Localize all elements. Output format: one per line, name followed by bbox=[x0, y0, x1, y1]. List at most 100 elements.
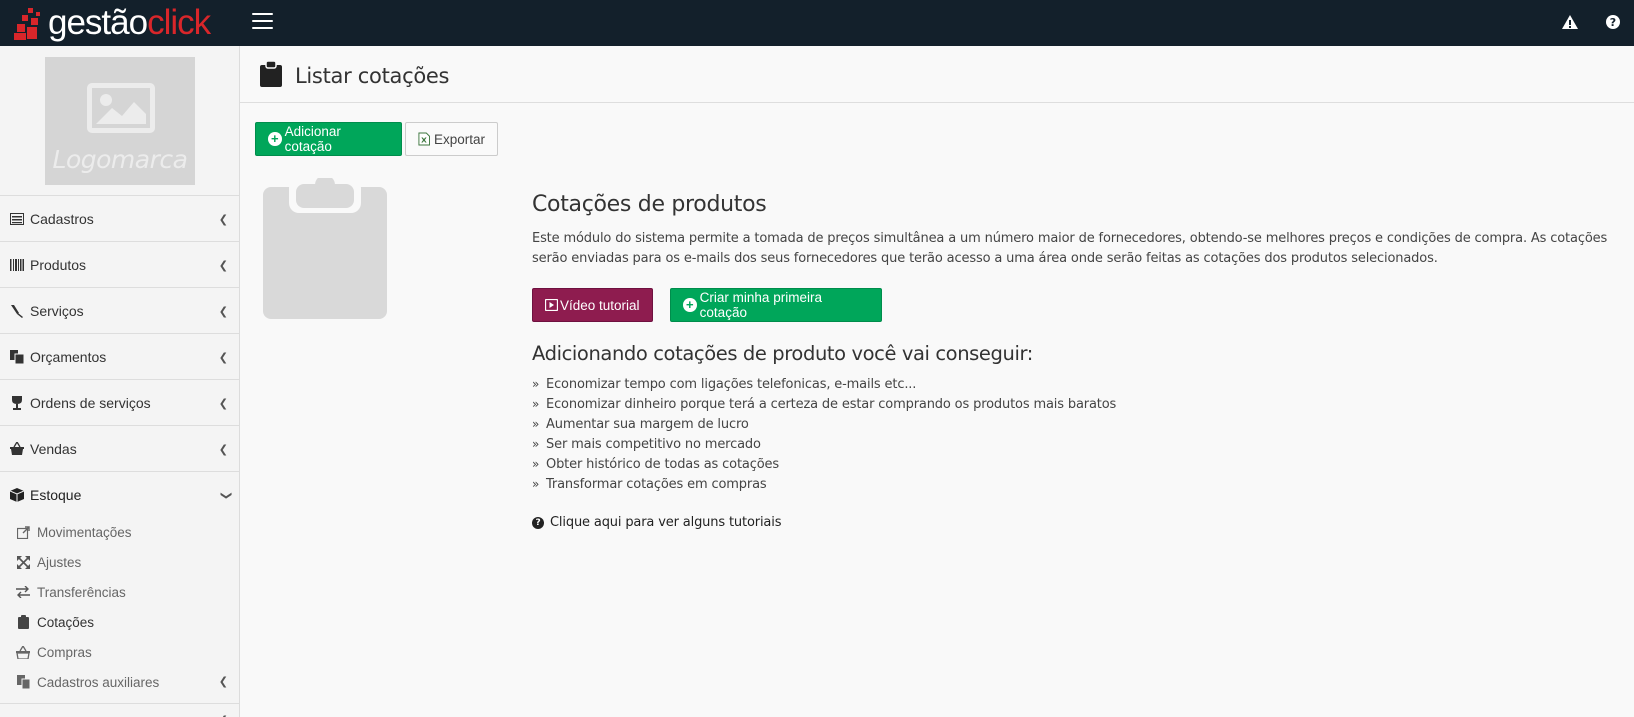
list-item: » Ser mais competitivo no mercado bbox=[532, 434, 1116, 454]
sidebar-item-orcamentos[interactable]: Orçamentos ❮ bbox=[0, 333, 239, 379]
menu-toggle-icon[interactable] bbox=[252, 13, 273, 31]
top-navbar: gestãoclick ? bbox=[0, 0, 1634, 46]
list-item: » Obter histórico de todas as cotações bbox=[532, 454, 1116, 474]
wine-glass-icon bbox=[10, 395, 24, 410]
list-item: » Economizar dinheiro porque terá a certe… bbox=[532, 394, 1116, 414]
submenu-item-label: Transferências bbox=[37, 584, 126, 600]
excel-file-icon: X bbox=[418, 132, 430, 146]
svg-text:?: ? bbox=[1610, 16, 1616, 29]
chevron-left-icon: ❮ bbox=[218, 306, 228, 318]
add-quotation-button[interactable]: + Adicionar cotação bbox=[255, 122, 402, 156]
clipboard-illustration-icon bbox=[263, 178, 387, 319]
benefit-text: Economizar dinheiro porque terá a certez… bbox=[546, 396, 1117, 412]
submenu-item-label: Compras bbox=[37, 644, 92, 660]
svg-text:X: X bbox=[421, 136, 427, 145]
create-first-quotation-button[interactable]: + Criar minha primeira cotação bbox=[670, 288, 882, 322]
sidebar-item-label: Serviços bbox=[30, 302, 84, 319]
brand-part2: click bbox=[147, 3, 211, 42]
benefit-text: Transformar cotações em compras bbox=[546, 476, 767, 492]
sidebar-item-servicos[interactable]: Serviços ❮ bbox=[0, 287, 239, 333]
brand-wordmark: gestãoclick bbox=[48, 3, 211, 43]
submenu-item-label: Cadastros auxiliares bbox=[37, 674, 160, 690]
page-title: Listar cotações bbox=[295, 64, 450, 88]
sidebar-item-label: Produtos bbox=[30, 256, 87, 273]
benefits-heading: Adicionando cotações de produto você vai… bbox=[532, 342, 1033, 365]
clipboard-icon bbox=[260, 61, 282, 87]
plus-circle-icon: + bbox=[683, 298, 697, 312]
submenu-item-label: Ajustes bbox=[37, 554, 82, 570]
basket-icon bbox=[10, 442, 24, 456]
barcode-icon bbox=[10, 258, 24, 272]
export-button[interactable]: X Exportar bbox=[405, 122, 498, 156]
chevron-down-icon: ❮ bbox=[219, 490, 232, 501]
brand-logo[interactable]: gestãoclick bbox=[14, 2, 211, 44]
sidebar-item-cadastros[interactable]: Cadastros ❮ bbox=[0, 195, 239, 241]
chevron-left-icon: ❮ bbox=[218, 352, 228, 364]
sidebar-item-label: Orçamentos bbox=[30, 348, 107, 365]
benefit-text: Economizar tempo com ligações telefonica… bbox=[546, 376, 917, 392]
list-item: » Transformar cotações em compras bbox=[532, 474, 1116, 494]
stock-submenu: Movimentações Ajustes Transferências Cot… bbox=[0, 517, 239, 697]
submenu-item-movimentacoes[interactable]: Movimentações bbox=[0, 517, 239, 547]
tutorials-link-label: Clique aqui para ver alguns tutoriais bbox=[550, 515, 782, 530]
double-chevron-right-icon: » bbox=[532, 477, 540, 491]
copy-icon bbox=[10, 349, 24, 364]
double-chevron-right-icon: » bbox=[532, 417, 540, 431]
sidebar-item-ordens-servicos[interactable]: Ordens de serviços ❮ bbox=[0, 379, 239, 425]
basket-icon bbox=[16, 645, 30, 659]
chevron-left-icon: ❮ bbox=[218, 398, 228, 410]
chevron-left-icon: ❮ bbox=[218, 260, 228, 272]
sidebar-item-label: Cadastros bbox=[30, 210, 94, 227]
benefit-text: Aumentar sua margem de lucro bbox=[546, 416, 749, 432]
module-description: Este módulo do sistema permite a tomada … bbox=[532, 231, 1608, 266]
external-link-icon bbox=[16, 525, 30, 539]
warning-icon[interactable] bbox=[1561, 13, 1579, 31]
submenu-item-transferencias[interactable]: Transferências bbox=[0, 577, 239, 607]
double-chevron-right-icon: » bbox=[532, 377, 540, 391]
video-tutorial-button[interactable]: Vídeo tutorial bbox=[532, 288, 653, 322]
brand-part1: gestão bbox=[48, 3, 148, 42]
sidebar: Logomarca Cadastros ❮ Produtos ❮ Serviço… bbox=[0, 46, 240, 717]
clipboard-icon bbox=[16, 615, 30, 629]
chevron-left-icon: ❮ bbox=[218, 444, 228, 456]
page-header: Listar cotações bbox=[240, 46, 1634, 103]
logo-placeholder-label: Logomarca bbox=[52, 145, 188, 174]
sidebar-menu: Cadastros ❮ Produtos ❮ Serviços ❮ Orçame… bbox=[0, 195, 239, 717]
sidebar-item-estoque[interactable]: Estoque ❮ bbox=[0, 471, 239, 517]
double-chevron-right-icon: » bbox=[532, 437, 540, 451]
add-quotation-label: Adicionar cotação bbox=[284, 124, 341, 154]
list-item: » Aumentar sua margem de lucro bbox=[532, 414, 1116, 434]
chevron-left-icon: ❮ bbox=[218, 214, 228, 226]
submenu-item-cadastros-auxiliares[interactable]: Cadastros auxiliares ❮ bbox=[0, 667, 239, 697]
double-chevron-right-icon: » bbox=[532, 397, 540, 411]
sidebar-item-produtos[interactable]: Produtos ❮ bbox=[0, 241, 239, 287]
benefit-text: Obter histórico de todas as cotações bbox=[546, 456, 779, 472]
video-play-icon bbox=[545, 299, 558, 311]
chevron-left-icon: ❮ bbox=[218, 676, 228, 688]
cube-icon bbox=[10, 487, 24, 502]
plus-circle-icon: + bbox=[268, 132, 282, 146]
sidebar-item-vendas[interactable]: Vendas ❮ bbox=[0, 425, 239, 471]
submenu-item-label: Movimentações bbox=[37, 524, 132, 540]
question-circle-icon: ? bbox=[532, 516, 544, 529]
tutorials-link[interactable]: ? Clique aqui para ver alguns tutoriais bbox=[532, 515, 781, 530]
company-logo-placeholder[interactable]: Logomarca bbox=[45, 57, 195, 185]
benefit-text: Ser mais competitivo no mercado bbox=[546, 436, 761, 452]
help-icon[interactable]: ? bbox=[1604, 13, 1622, 31]
submenu-item-compras[interactable]: Compras bbox=[0, 637, 239, 667]
benefits-list: » Economizar tempo com ligações telefonic… bbox=[532, 374, 1116, 494]
submenu-item-ajustes[interactable]: Ajustes bbox=[0, 547, 239, 577]
list-item: » Economizar tempo com ligações telefonic… bbox=[532, 374, 1116, 394]
list-icon bbox=[10, 212, 24, 226]
image-icon bbox=[87, 83, 155, 133]
screwdriver-icon bbox=[10, 304, 24, 318]
submenu-item-cotacoes[interactable]: Cotações bbox=[0, 607, 239, 637]
video-tutorial-label: Vídeo tutorial bbox=[560, 297, 640, 313]
create-first-quotation-label: Criar minha primeira cotação bbox=[699, 290, 822, 320]
sidebar-item-label: Vendas bbox=[30, 440, 77, 457]
sidebar-item-label: Ordens de serviços bbox=[30, 394, 151, 411]
copy-icon bbox=[16, 675, 30, 689]
export-label: Exportar bbox=[433, 131, 485, 147]
arrows-expand-icon bbox=[16, 555, 30, 569]
sidebar-item-next[interactable]: ❮ bbox=[0, 703, 239, 717]
